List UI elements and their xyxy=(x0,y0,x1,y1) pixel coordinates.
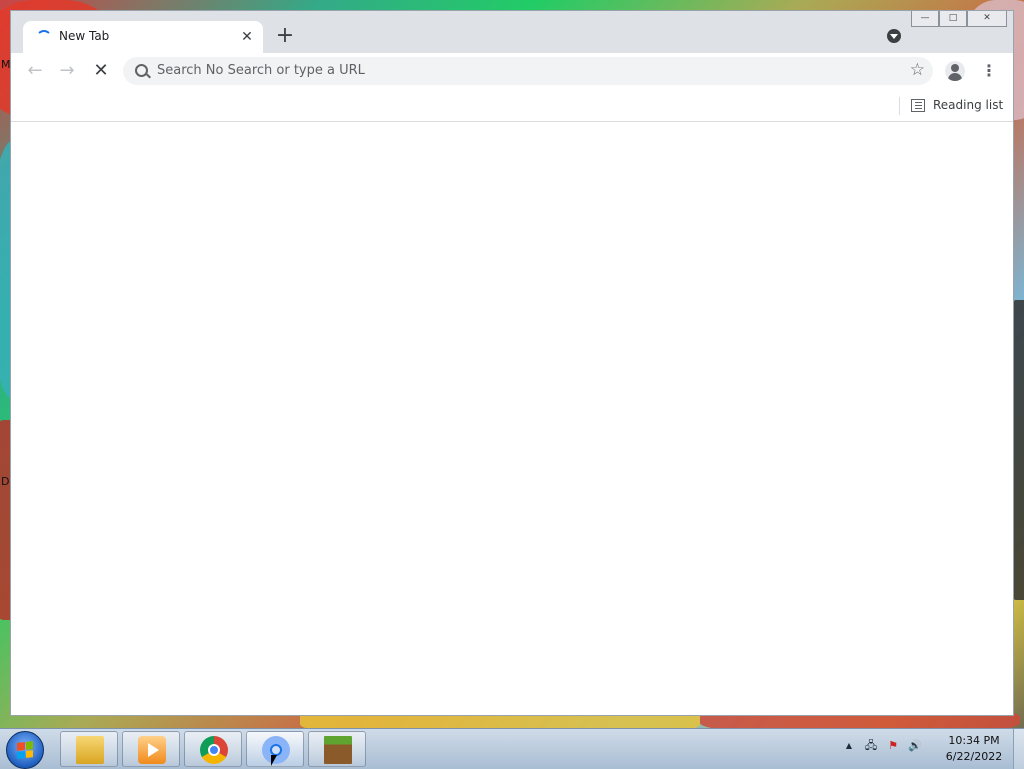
forward-button[interactable]: → xyxy=(55,59,79,83)
profile-avatar-icon[interactable] xyxy=(945,61,965,81)
media-player-icon xyxy=(138,736,166,764)
bookmarks-separator xyxy=(899,97,900,115)
maximize-button[interactable]: □ xyxy=(939,11,967,27)
taskbar: ▲ 🖧 ⚑ 🔊 10:34 PM 6/22/2022 xyxy=(0,728,1024,769)
chrome-icon xyxy=(200,736,228,764)
new-tab-button[interactable]: + xyxy=(273,25,297,49)
page-content xyxy=(11,122,1013,715)
volume-icon[interactable]: 🔊 xyxy=(908,739,922,753)
bookmarks-bar: Reading list xyxy=(11,89,1013,122)
loading-spinner-icon xyxy=(36,30,52,46)
windows-logo-icon xyxy=(17,741,33,759)
start-button[interactable] xyxy=(6,731,44,769)
browser-toolbar: ← → ✕ Search No Search or type a URL ☆ ⋮ xyxy=(11,53,1013,89)
tab-search-icon[interactable] xyxy=(887,29,901,43)
reading-list-icon xyxy=(911,98,925,112)
tab-strip: New Tab ✕ + — □ ✕ xyxy=(11,11,1013,53)
taskbar-media-player[interactable] xyxy=(122,731,180,767)
search-icon xyxy=(135,64,148,77)
network-icon[interactable]: 🖧 xyxy=(864,739,878,753)
action-center-flag-icon[interactable]: ⚑ xyxy=(886,739,900,753)
clock-time: 10:34 PM xyxy=(948,734,1000,747)
back-button[interactable]: ← xyxy=(23,59,47,83)
address-bar[interactable]: Search No Search or type a URL ☆ xyxy=(123,57,933,85)
system-tray: ▲ 🖧 ⚑ 🔊 xyxy=(842,739,922,753)
minecraft-grass-block-icon xyxy=(324,736,352,764)
tab-close-icon[interactable]: ✕ xyxy=(237,27,257,47)
mouse-cursor-icon xyxy=(271,755,277,766)
close-window-button[interactable]: ✕ xyxy=(967,11,1007,27)
bookmark-star-icon[interactable]: ☆ xyxy=(910,60,925,80)
address-bar-placeholder: Search No Search or type a URL xyxy=(157,63,365,78)
reading-list-button[interactable]: Reading list xyxy=(911,95,1003,115)
reading-list-label: Reading list xyxy=(933,98,1004,112)
minimize-button[interactable]: — xyxy=(911,11,939,27)
tab-new-tab[interactable]: New Tab ✕ xyxy=(23,21,263,53)
clock-date: 6/22/2022 xyxy=(945,750,1003,763)
taskbar-minecraft[interactable] xyxy=(308,731,366,767)
show-hidden-icons-icon[interactable]: ▲ xyxy=(842,739,856,753)
taskbar-clock[interactable]: 10:34 PM 6/22/2022 xyxy=(940,733,1008,765)
desktop-icon-label-partial: D xyxy=(1,475,10,488)
stop-loading-button[interactable]: ✕ xyxy=(89,59,113,83)
folder-icon xyxy=(76,736,104,764)
taskbar-explorer[interactable] xyxy=(60,731,118,767)
show-desktop-button[interactable] xyxy=(1013,729,1024,769)
tab-title: New Tab xyxy=(59,29,110,43)
browser-menu-icon[interactable]: ⋮ xyxy=(979,61,999,81)
taskbar-chrome[interactable] xyxy=(184,731,242,767)
window-caption-buttons: — □ ✕ xyxy=(911,11,1007,27)
browser-window: New Tab ✕ + — □ ✕ ← → ✕ Search No Search… xyxy=(10,10,1014,716)
